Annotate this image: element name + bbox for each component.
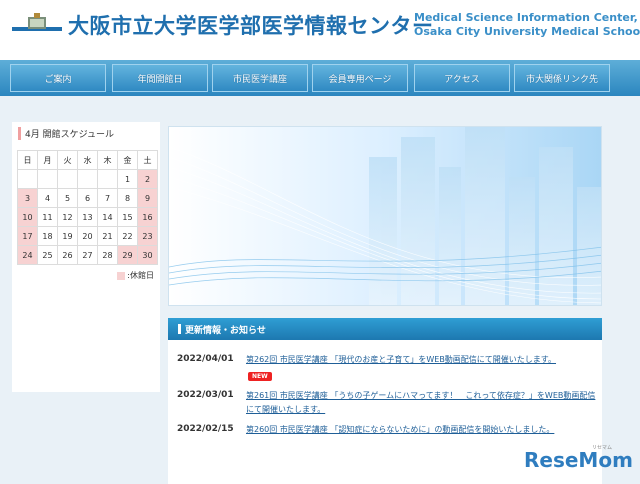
news-link[interactable]: 第261回 市民医学講座 「うちの子ゲームにハマってます！ これって依存症？」を… [246,389,600,417]
new-badge: NEW [248,372,272,381]
day-cell: 12 [57,207,78,227]
news-date: 2022/04/01 [177,354,234,364]
weekday-cell: 木 [97,150,118,170]
calendar-week-row: 17 18 19 20 21 22 23 [17,226,158,246]
day-cell: 27 [77,245,98,265]
day-cell-closed: 23 [137,226,158,246]
day-cell: 5 [57,188,78,208]
city-banner-image [169,127,601,305]
calendar-legend-label: :休館日 [127,271,154,280]
calendar-title: 4月 開館スケジュール [18,127,114,140]
day-cell: 19 [57,226,78,246]
calendar-weekday-row: 日 月 火 水 木 金 土 [17,150,158,170]
day-cell: 14 [97,207,118,227]
day-cell: 21 [97,226,118,246]
day-cell: 18 [37,226,58,246]
nav-item-access[interactable]: アクセス [414,64,510,92]
day-cell-closed: 30 [137,245,158,265]
day-cell: 26 [57,245,78,265]
resemom-watermark: ReseMom [524,448,633,472]
day-cell: 11 [37,207,58,227]
day-cell-closed: 3 [17,188,38,208]
news-heading-bar: 更新情報・お知らせ [168,318,602,340]
site-title-en-line1: Medical Science Information Center, [414,11,638,24]
day-cell-closed: 10 [17,207,38,227]
weekday-cell: 金 [117,150,138,170]
day-cell: 13 [77,207,98,227]
day-cell [17,169,38,189]
day-cell: 28 [97,245,118,265]
calendar-table: 日 月 火 水 木 金 土 1 2 3 4 5 6 7 8 9 10 11 12… [17,150,158,265]
nav-item-annual-open-days[interactable]: 年間開館日 [112,64,208,92]
news-date: 2022/02/15 [177,424,234,434]
day-cell: 22 [117,226,138,246]
site-title-en-line2: Osaka City University Medical School [414,25,640,38]
calendar-week-row: 24 25 26 27 28 29 30 [17,245,158,265]
calendar-week-row: 10 11 12 13 14 15 16 [17,207,158,227]
day-cell [37,169,58,189]
day-cell: 25 [37,245,58,265]
hero-banner [168,126,602,306]
weekday-cell: 火 [57,150,78,170]
day-cell-closed: 24 [17,245,38,265]
calendar-panel: 4月 開館スケジュール 日 月 火 水 木 金 土 1 2 3 4 5 6 7 … [12,122,160,392]
main-nav: ご案内 年間開館日 市民医学講座 会員専用ページ アクセス 市大関係リンク先 [0,60,640,96]
day-cell [57,169,78,189]
calendar-week-row: 3 4 5 6 7 8 9 [17,188,158,208]
resemom-watermark-sub: リセマム [592,445,613,451]
day-cell [77,169,98,189]
heading-marker [178,324,181,334]
day-cell: 7 [97,188,118,208]
nav-item-related-links[interactable]: 市大関係リンク先 [514,64,610,92]
nav-item-public-lectures[interactable]: 市民医学講座 [212,64,308,92]
day-cell-closed: 2 [137,169,158,189]
news-link[interactable]: 第260回 市民医学講座 「認知症にならないために」の動画配信を開始いたしました… [246,423,600,437]
news-date: 2022/03/01 [177,390,234,400]
closed-day-swatch [117,271,126,280]
day-cell-closed: 29 [117,245,138,265]
university-logo[interactable] [12,13,62,37]
calendar-legend: :休館日 [117,270,154,281]
day-cell-closed: 17 [17,226,38,246]
day-cell-closed: 16 [137,207,158,227]
nav-item-guide[interactable]: ご案内 [10,64,106,92]
day-cell: 6 [77,188,98,208]
day-cell-closed: 9 [137,188,158,208]
nav-item-members-page[interactable]: 会員専用ページ [312,64,408,92]
news-heading: 更新情報・お知らせ [185,325,266,336]
weekday-cell: 水 [77,150,98,170]
day-cell: 20 [77,226,98,246]
site-title-jp[interactable]: 大阪市立大学医学部医学情報センター [68,10,434,40]
day-cell [97,169,118,189]
day-cell: 8 [117,188,138,208]
weekday-cell: 月 [37,150,58,170]
day-cell: 4 [37,188,58,208]
site-title-en: Medical Science Information Center, Osak… [414,11,640,39]
weekday-cell: 日 [17,150,38,170]
news-link[interactable]: 第262回 市民医学講座 「現代のお産と子育て」をWEB動画配信にて開催いたしま… [246,353,600,367]
day-cell: 1 [117,169,138,189]
day-cell: 15 [117,207,138,227]
site-header: 大阪市立大学医学部医学情報センター Medical Science Inform… [0,0,640,50]
calendar-week-row: 1 2 [17,169,158,189]
weekday-cell: 土 [137,150,158,170]
